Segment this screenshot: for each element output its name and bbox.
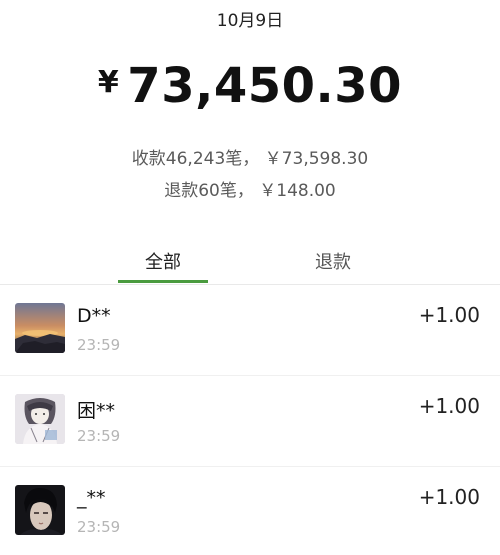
sunset-photo-icon [15,303,65,353]
filter-tabs: 全部 退款 [0,240,500,284]
transaction-summary-screen: 10月9日 ¥73,450.30 收款46,243笔， ￥73,598.30 退… [0,0,500,555]
active-tab-indicator [118,280,208,283]
transaction-amount: +1.00 [418,485,480,509]
total-amount-value: 73,450.30 [127,58,403,114]
refund-summary: 退款60笔， ￥148.00 [164,181,336,201]
avatar [15,394,65,444]
payer-name: _** [77,487,106,509]
list-item[interactable]: D** 23:59 +1.00 [0,285,500,375]
currency-symbol: ¥ [97,65,120,100]
list-item[interactable]: 困** 23:59 +1.00 [0,375,500,466]
total-amount: ¥73,450.30 [0,62,500,110]
transaction-list: D** 23:59 +1.00 困** 23:59 +1.00 _** 23:5… [0,285,500,555]
portrait-photo-icon [15,485,65,535]
tab-all[interactable]: 全部 [118,248,208,274]
transaction-amount: +1.00 [418,303,480,327]
transaction-time: 23:59 [77,427,121,445]
tab-refund[interactable]: 退款 [288,248,378,274]
income-summary: 收款46,243笔， ￥73,598.30 [131,149,369,169]
payer-name: D** [77,305,111,327]
avatar [15,485,65,535]
avatar [15,303,65,353]
list-item[interactable]: _** 23:59 +1.00 [0,466,500,555]
anime-sketch-icon [15,394,65,444]
transaction-time: 23:59 [77,518,121,536]
date-label: 10月9日 [216,11,284,31]
transaction-amount: +1.00 [418,394,480,418]
payer-name: 困** [77,400,116,422]
transaction-time: 23:59 [77,336,121,354]
